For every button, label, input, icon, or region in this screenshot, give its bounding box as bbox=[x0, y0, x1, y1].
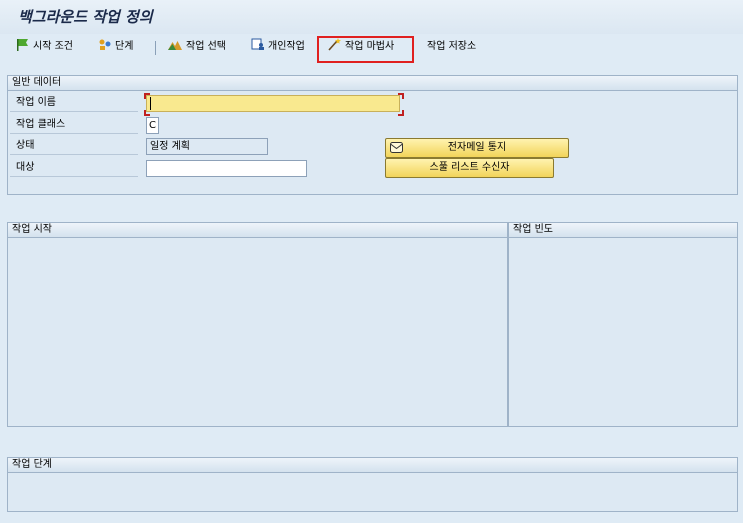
page-title: 백그라운드 작업 정의 bbox=[18, 8, 153, 26]
own-jobs-button[interactable]: 개인작업 bbox=[251, 38, 305, 57]
flag-icon bbox=[16, 38, 30, 57]
job-start-header: 작업 시작 bbox=[8, 223, 507, 238]
job-name-label: 작업 이름 bbox=[10, 94, 138, 112]
job-steps-header: 작업 단계 bbox=[8, 458, 737, 473]
required-marker bbox=[398, 110, 404, 116]
own-jobs-label: 개인작업 bbox=[268, 41, 305, 52]
wizard-highlight-frame bbox=[317, 36, 414, 63]
job-class-input[interactable]: C bbox=[146, 117, 159, 134]
email-notification-label: 전자메일 통지 bbox=[447, 142, 507, 153]
start-condition-label: 시작 조건 bbox=[33, 41, 73, 52]
job-steps-panel: 작업 단계 bbox=[7, 457, 738, 512]
job-start-panel: 작업 시작 bbox=[7, 222, 508, 427]
general-data-header: 일반 데이터 bbox=[8, 76, 737, 91]
mountain-icon bbox=[167, 38, 183, 57]
job-select-button[interactable]: 작업 선택 bbox=[167, 39, 226, 55]
status-field: 일정 계획 bbox=[146, 138, 268, 155]
required-marker bbox=[398, 93, 404, 99]
general-data-panel: 일반 데이터 bbox=[7, 75, 738, 195]
steps-icon bbox=[98, 38, 112, 57]
email-notification-button[interactable]: 전자메일 통지 bbox=[385, 138, 569, 158]
job-name-input[interactable] bbox=[146, 95, 400, 112]
job-class-label: 작업 클래스 bbox=[10, 116, 138, 134]
job-frequency-panel: 작업 빈도 bbox=[508, 222, 738, 427]
steps-label: 단계 bbox=[115, 41, 134, 52]
steps-button[interactable]: 단계 bbox=[98, 39, 133, 55]
target-label: 대상 bbox=[10, 159, 138, 177]
required-marker bbox=[144, 93, 150, 99]
spool-list-recipient-button[interactable]: 스풀 리스트 수신자 bbox=[385, 158, 554, 178]
job-repository-label: 작업 저장소 bbox=[427, 41, 477, 52]
job-repository-button[interactable]: 작업 저장소 bbox=[427, 39, 476, 55]
text-cursor bbox=[150, 97, 151, 110]
person-list-icon bbox=[251, 38, 265, 57]
toolbar-separator bbox=[155, 41, 156, 55]
required-marker bbox=[144, 110, 150, 116]
target-input[interactable] bbox=[146, 160, 307, 177]
status-label: 상태 bbox=[10, 137, 138, 155]
job-frequency-header: 작업 빈도 bbox=[509, 223, 737, 238]
spool-list-recipient-label: 스풀 리스트 수신자 bbox=[429, 162, 510, 173]
title-bar: 백그라운드 작업 정의 bbox=[0, 0, 743, 34]
start-condition-button[interactable]: 시작 조건 bbox=[16, 38, 73, 57]
job-select-label: 작업 선택 bbox=[186, 41, 226, 52]
